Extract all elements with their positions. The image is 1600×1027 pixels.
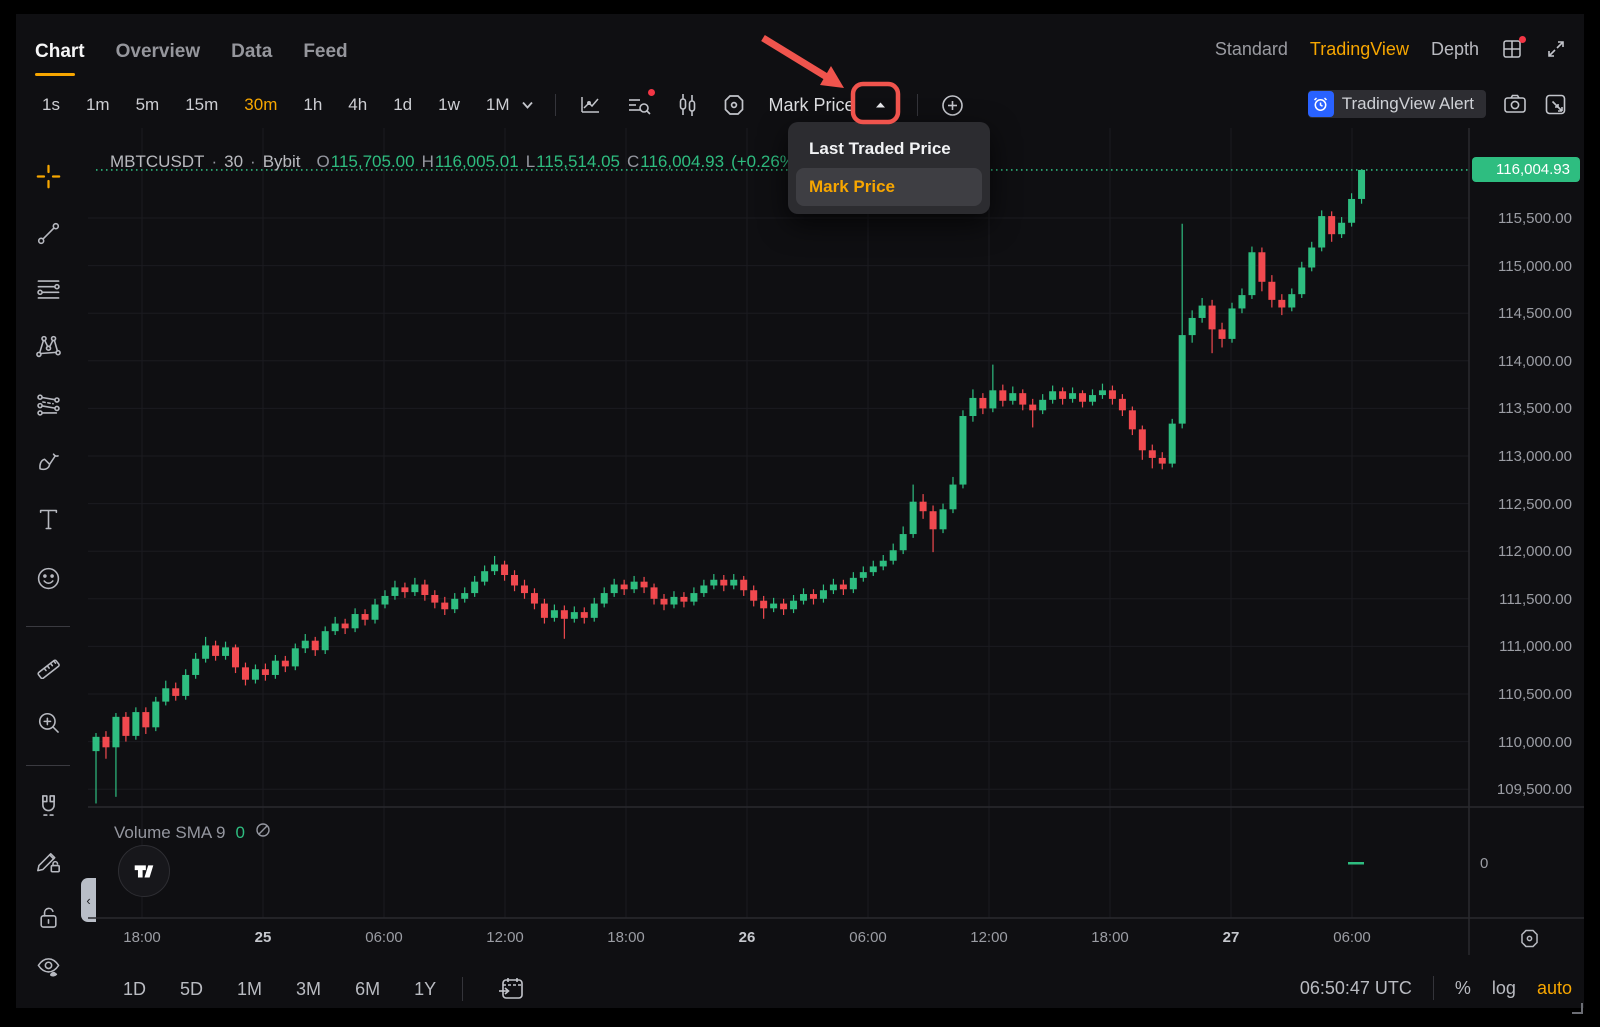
price-type-dropdown-menu: Last Traded Price Mark Price (788, 122, 990, 214)
session-clock[interactable]: 06:50:47 UTC (1300, 978, 1412, 999)
time-tick-label: 06:00 (1333, 929, 1371, 946)
xabcd-icon[interactable] (31, 329, 65, 363)
legend-low-value: 115,514.05 (536, 152, 620, 172)
zoom-in-icon[interactable] (31, 705, 65, 739)
toolbar-divider (26, 626, 70, 627)
legend-symbol[interactable]: MBTCUSDT (110, 152, 204, 172)
legend-open-value: 115,705.00 (331, 152, 415, 172)
range-1D[interactable]: 1D (123, 979, 146, 1000)
price-tick-label: 114,000.00 (1472, 353, 1572, 370)
symbol-legend: MBTCUSDT · 30 · Bybit O115,705.00 H116,0… (110, 152, 801, 172)
legend-close-value: 116,004.93 (640, 152, 724, 172)
ruler-icon[interactable] (31, 648, 65, 682)
time-tick-label: 06:00 (849, 929, 887, 946)
drawing-toolbar (0, 0, 88, 1027)
time-tick-label: 18:00 (607, 929, 645, 946)
time-tick-label: 26 (739, 929, 756, 946)
time-tick-label: 27 (1223, 929, 1240, 946)
range-1M[interactable]: 1M (237, 979, 262, 1000)
price-tick-label: 112,000.00 (1472, 543, 1572, 560)
axis-settings-gear-icon[interactable] (1518, 927, 1541, 955)
legend-dot: · (211, 152, 217, 172)
price-tick-label: 112,500.00 (1472, 496, 1572, 513)
volume-axis-zero: 0 (1472, 855, 1580, 872)
range-list: 1D 5D 1M 3M 6M 1Y (123, 979, 436, 1000)
price-tick-label: 110,500.00 (1472, 686, 1572, 703)
price-tick-label: 111,500.00 (1472, 591, 1572, 608)
price-tick-label: 111,000.00 (1472, 638, 1572, 655)
price-tick-label: 115,000.00 (1472, 258, 1572, 275)
time-tick-label: 12:00 (970, 929, 1008, 946)
range-5D[interactable]: 5D (180, 979, 203, 1000)
smiley-icon[interactable] (31, 561, 65, 595)
volume-indicator-label[interactable]: Volume SMA 9 (114, 823, 226, 843)
legend-exchange: Bybit (263, 152, 301, 172)
pencil-lock-icon[interactable] (31, 843, 65, 877)
magnet-icon[interactable] (31, 788, 65, 822)
time-tick-label: 12:00 (486, 929, 524, 946)
crosshair-icon[interactable] (31, 159, 65, 193)
current-price-badge: 116,004.93 (1472, 157, 1580, 182)
toolbar-separator (462, 977, 463, 1001)
volume-legend: Volume SMA 9 0 (114, 822, 271, 843)
tradingview-logo[interactable] (118, 845, 170, 897)
legend-close-label: C (627, 152, 639, 172)
lock-open-icon[interactable] (31, 900, 65, 934)
log-scale-button[interactable]: log (1492, 978, 1516, 999)
price-tick-label: 113,500.00 (1472, 400, 1572, 417)
price-tick-label: 110,000.00 (1472, 734, 1572, 751)
brush-icon[interactable] (31, 444, 65, 478)
price-tick-label: 115,500.00 (1472, 210, 1572, 227)
legend-dot: · (250, 152, 256, 172)
range-3M[interactable]: 3M (296, 979, 321, 1000)
go-to-date-calendar-icon[interactable] (497, 976, 525, 1002)
toolbar-separator (1433, 976, 1434, 1000)
legend-low-label: L (526, 152, 535, 172)
range-6M[interactable]: 6M (355, 979, 380, 1000)
menu-item-last-traded-price[interactable]: Last Traded Price (796, 130, 982, 168)
range-toolbar: 1D 5D 1M 3M 6M 1Y (123, 976, 525, 1002)
legend-interval: 30 (224, 152, 243, 172)
volume-value: 0 (236, 823, 245, 843)
menu-item-mark-price[interactable]: Mark Price (796, 168, 982, 206)
time-tick-label: 25 (255, 929, 272, 946)
time-tick-label: 18:00 (1091, 929, 1129, 946)
eye-brush-icon[interactable] (31, 949, 65, 983)
price-tick-label: 109,500.00 (1472, 781, 1572, 798)
legend-high-label: H (422, 152, 434, 172)
legend-high-value: 116,005.01 (435, 152, 519, 172)
auto-scale-button[interactable]: auto (1537, 978, 1572, 999)
scale-toolbar: 06:50:47 UTC % log auto (1300, 976, 1572, 1000)
bybit-tradingview-chart-page: Chart Overview Data Feed Standard Tradin… (0, 0, 1600, 1027)
fib-lines-icon[interactable] (31, 272, 65, 306)
percent-scale-button[interactable]: % (1455, 978, 1471, 999)
volume-hide-icon[interactable] (255, 822, 271, 843)
time-tick-label: 18:00 (123, 929, 161, 946)
time-tick-label: 06:00 (365, 929, 403, 946)
text-tool-icon[interactable] (31, 502, 65, 536)
range-1Y[interactable]: 1Y (414, 979, 436, 1000)
toolbar-divider (26, 765, 70, 766)
legend-open-label: O (317, 152, 330, 172)
price-tick-label: 113,000.00 (1472, 448, 1572, 465)
projection-icon[interactable] (31, 387, 65, 421)
resize-corner-handle[interactable] (1572, 1003, 1583, 1014)
trend-line-icon[interactable] (31, 216, 65, 250)
price-tick-label: 114,500.00 (1472, 305, 1572, 322)
